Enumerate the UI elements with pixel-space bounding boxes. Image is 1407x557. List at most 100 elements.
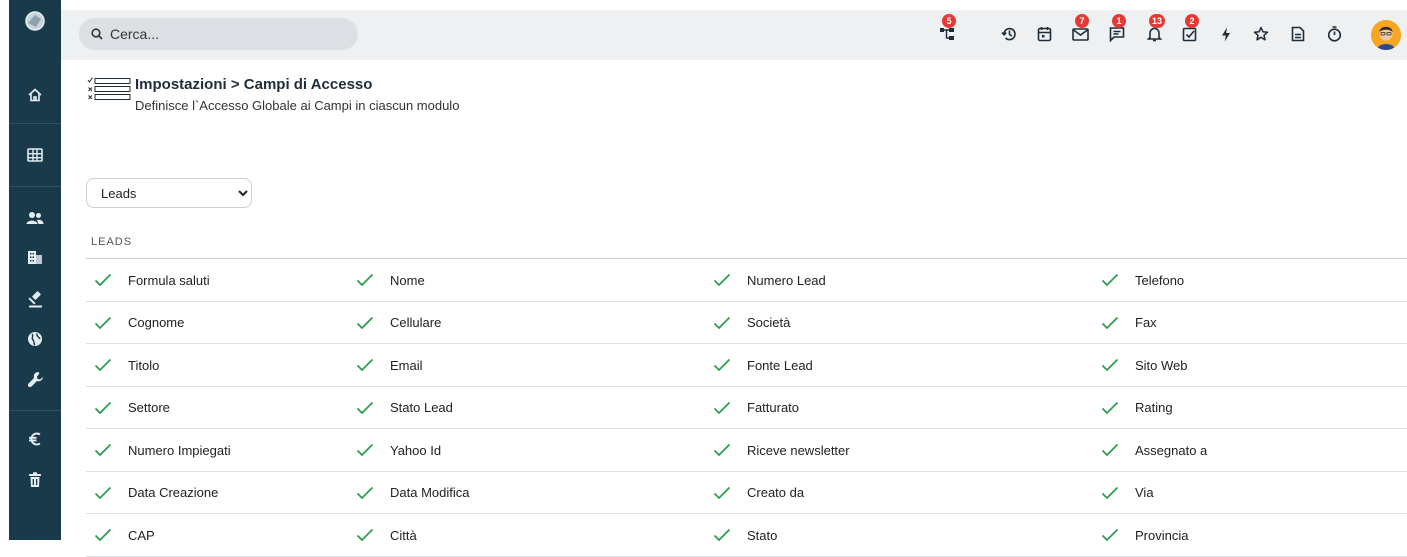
field-label: Telefono [1135, 272, 1185, 288]
document-icon[interactable] [1287, 23, 1309, 45]
logo-icon[interactable] [9, 10, 61, 60]
field-cell[interactable]: Nome [356, 259, 425, 301]
search-input[interactable] [110, 26, 340, 42]
field-cell[interactable]: Titolo [94, 344, 159, 386]
field-cell[interactable]: Cellulare [356, 302, 441, 344]
check-icon [713, 443, 731, 457]
check-icon [356, 273, 374, 287]
bolt-icon[interactable] [1215, 23, 1237, 45]
field-row: Titolo Email Fonte Lead Sito Web [86, 344, 1407, 387]
check-icon [94, 273, 112, 287]
field-label: Yahoo Id [390, 442, 442, 458]
euro-icon[interactable] [9, 424, 61, 454]
chat-badge: 1 [1112, 14, 1126, 28]
check-icon [1101, 358, 1119, 372]
field-label: Titolo [128, 357, 160, 373]
field-cell[interactable]: Fatturato [713, 387, 799, 429]
globe-icon[interactable] [9, 324, 61, 354]
mail-icon[interactable]: 7 [1069, 14, 1091, 45]
star-icon[interactable] [1250, 23, 1272, 45]
users-icon[interactable] [9, 203, 61, 233]
building-icon[interactable] [9, 242, 61, 272]
tasks-badge: 2 [1185, 14, 1199, 28]
field-label: Assegnato a [1135, 442, 1208, 458]
module-select[interactable]: Leads [86, 178, 252, 208]
field-label: Provincia [1135, 527, 1189, 543]
check-icon [94, 401, 112, 414]
field-cell[interactable]: Rating [1101, 387, 1173, 429]
check-icon [356, 401, 374, 414]
check-icon [356, 358, 374, 372]
field-label: Città [390, 527, 417, 543]
workflow-icon[interactable]: 5 [936, 14, 958, 45]
check-icon [94, 486, 112, 499]
sidebar [9, 0, 61, 540]
field-cell[interactable]: Data Creazione [94, 472, 218, 514]
check-icon [1101, 273, 1119, 287]
field-label: Formula saluti [128, 272, 210, 288]
field-cell[interactable]: Assegnato a [1101, 429, 1207, 471]
field-cell[interactable]: Numero Lead [713, 259, 826, 301]
search-box[interactable] [79, 18, 358, 50]
field-label: Stato [747, 527, 778, 543]
timer-icon[interactable] [1323, 23, 1345, 45]
field-cell[interactable]: Stato [713, 514, 777, 556]
field-cell[interactable]: Società [713, 302, 790, 344]
history-icon[interactable] [998, 23, 1020, 45]
field-cell[interactable]: CAP [94, 514, 155, 556]
field-label: Data Creazione [128, 485, 219, 500]
field-label: CAP [128, 527, 155, 543]
field-cell[interactable]: Fax [1101, 302, 1157, 344]
field-cell[interactable]: Numero Impiegati [94, 429, 231, 471]
field-cell[interactable]: Fonte Lead [713, 344, 813, 386]
home-icon[interactable] [9, 80, 61, 110]
field-cell[interactable]: Sito Web [1101, 344, 1188, 386]
task-icon[interactable]: 2 [1179, 14, 1201, 45]
field-cell[interactable]: Provincia [1101, 514, 1188, 556]
field-label: Numero Lead [747, 272, 826, 288]
field-cell[interactable]: Formula saluti [94, 259, 210, 301]
grid-icon[interactable] [9, 140, 61, 170]
field-cell[interactable]: Telefono [1101, 259, 1184, 301]
bell-icon[interactable]: 13 [1143, 14, 1166, 45]
field-label: Fatturato [747, 400, 800, 415]
check-icon [356, 316, 374, 329]
field-label: Nome [390, 272, 425, 288]
field-cell[interactable]: Città [356, 514, 417, 556]
page-title: Impostazioni > Campi di Accesso [135, 76, 373, 93]
field-label: Cognome [128, 315, 185, 330]
chat-icon[interactable]: 1 [1106, 14, 1128, 45]
calendar-icon[interactable] [1033, 23, 1055, 45]
field-label: Data Modifica [390, 485, 470, 500]
trash-icon[interactable] [9, 465, 61, 495]
field-label: Fax [1135, 315, 1157, 330]
field-cell[interactable]: Creato da [713, 472, 804, 514]
field-row: Numero Impiegati Yahoo Id Riceve newslette… [86, 429, 1407, 472]
field-cell[interactable]: Data Modifica [356, 472, 469, 514]
check-icon [713, 358, 731, 372]
field-cell[interactable]: Yahoo Id [356, 429, 441, 471]
field-cell[interactable]: Cognome [94, 302, 184, 344]
field-label: Settore [128, 400, 170, 415]
check-icon [1101, 486, 1119, 499]
wrench-icon[interactable] [9, 364, 61, 394]
field-cell[interactable]: Via [1101, 472, 1154, 514]
field-row: Settore Stato Lead Fatturato Rating [86, 387, 1407, 429]
user-avatar[interactable] [1371, 20, 1401, 50]
field-label: Riceve newsletter [747, 442, 850, 458]
check-icon [356, 486, 374, 499]
field-cell[interactable]: Email [356, 344, 423, 386]
workflow-badge: 5 [942, 14, 956, 28]
top-bar: 5 7 1 13 2 [61, 10, 1407, 60]
gavel-icon[interactable] [9, 284, 61, 314]
field-row: Data Creazione Data Modifica Creato da Via [86, 472, 1407, 514]
field-cell[interactable]: Riceve newsletter [713, 429, 850, 471]
field-cell[interactable]: Stato Lead [356, 387, 453, 429]
field-access-icon [87, 77, 131, 111]
field-label: Stato Lead [390, 400, 453, 415]
field-label: Creato da [747, 485, 805, 500]
field-cell[interactable]: Settore [94, 387, 170, 429]
field-label: Cellulare [390, 315, 442, 330]
mail-badge: 7 [1075, 14, 1089, 28]
left-edge [0, 0, 9, 540]
